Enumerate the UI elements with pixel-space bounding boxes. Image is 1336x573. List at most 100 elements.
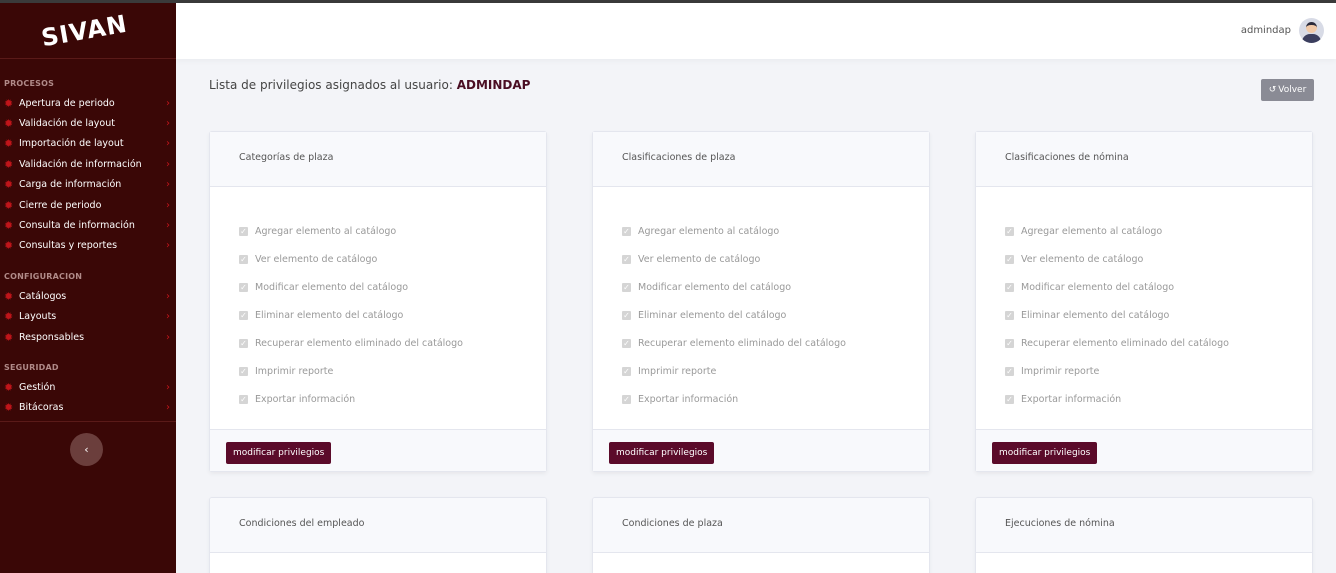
user-menu[interactable]: admindap [1241,18,1324,43]
sidebar-item-validacion-de-layout[interactable]: ✹ Validación de layout › [0,113,176,133]
chevron-right-icon: › [166,138,170,150]
modify-privileges-button[interactable]: modificar privilegios [609,442,715,464]
checkbox-checked-icon: ✓ [239,366,248,376]
sidebar-item-validacion-de-informacion[interactable]: ✹ Validación de información › [0,154,176,174]
gear-icon: ✹ [4,157,14,171]
gear-icon: ✹ [4,96,14,110]
permission-row: ✓ Exportar información [622,393,739,405]
sidebar-item-catalogos[interactable]: ✹ Catálogos › [0,286,176,306]
checkbox-checked-icon: ✓ [622,310,631,320]
sidebar-item-consulta-de-informacion[interactable]: ✹ Consulta de información › [0,215,176,235]
gear-icon: ✹ [4,289,14,303]
permission-row: ✓ Eliminar elemento del catálogo [1005,309,1170,321]
permission-row: ✓ Recuperar elemento eliminado del catálo… [239,337,463,349]
permission-row: ✓ Imprimir reporte [1005,365,1100,377]
sidebar-item-consultas-y-reportes[interactable]: ✹ Consultas y reportes › [0,236,176,256]
privilege-card: Clasificaciones de nómina ✓ Agregar eleme… [975,131,1313,472]
permission-row: ✓ Eliminar elemento del catálogo [622,309,787,321]
chevron-right-icon: › [166,158,170,170]
permission-row: ✓ Modificar elemento del catálogo [239,281,409,293]
sidebar-item-carga-de-informacion[interactable]: ✹ Carga de información › [0,175,176,195]
app-logo[interactable]: SIVAN [0,3,176,59]
sidebar: SIVAN PROCESOS ✹ Apertura de periodo › ✹ Va… [0,3,176,573]
gear-icon: ✹ [4,330,14,344]
checkbox-checked-icon: ✓ [1005,254,1014,264]
checkbox-checked-icon: ✓ [239,338,248,348]
gear-icon: ✹ [4,239,14,253]
checkbox-checked-icon: ✓ [1005,366,1014,376]
section-seguridad: SEGURIDAD [4,363,59,373]
chevron-right-icon: › [166,331,170,343]
modify-privileges-button[interactable]: modificar privilegios [226,442,332,464]
sidebar-item-responsables[interactable]: ✹ Responsables › [0,327,176,347]
permission-row: ✓ Ver elemento de catálogo [239,253,378,265]
chevron-right-icon: › [166,97,170,109]
sidebar-item-gestion[interactable]: ✹ Gestión › [0,377,176,397]
chevron-right-icon: › [166,402,170,414]
card-title: Categorías de plaza [210,132,546,187]
privilege-card: Ejecuciones de nómina [975,497,1313,573]
checkbox-checked-icon: ✓ [239,254,248,264]
gear-icon: ✹ [4,380,14,394]
chevron-left-icon: ‹ [84,443,89,456]
chevron-right-icon: › [166,311,170,323]
page-title: Lista de privilegios asignados al usuari… [209,78,531,92]
permission-row: ✓ Eliminar elemento del catálogo [239,309,404,321]
checkbox-checked-icon: ✓ [239,282,248,292]
card-title: Clasificaciones de plaza [593,132,929,187]
permission-row: ✓ Recuperar elemento eliminado del catálo… [622,337,846,349]
sidebar-item-importacion-de-layout[interactable]: ✹ Importación de layout › [0,134,176,154]
checkbox-checked-icon: ✓ [239,394,248,404]
sidebar-nav: PROCESOS ✹ Apertura de periodo › ✹ Validaci… [0,59,176,418]
card-title: Clasificaciones de nómina [976,132,1312,187]
permission-row: ✓ Imprimir reporte [622,365,717,377]
section-configuracion: CONFIGURACION [4,272,83,282]
checkbox-checked-icon: ✓ [622,338,631,348]
sidebar-item-cierre-de-periodo[interactable]: ✹ Cierre de periodo › [0,195,176,215]
chevron-right-icon: › [166,199,170,211]
checkbox-checked-icon: ✓ [239,310,248,320]
sidebar-item-apertura-de-periodo[interactable]: ✹ Apertura de periodo › [0,93,176,113]
chevron-right-icon: › [166,220,170,232]
checkbox-checked-icon: ✓ [1005,226,1014,236]
sidebar-divider [0,421,176,422]
section-procesos: PROCESOS [4,79,55,88]
sidebar-collapse-button[interactable]: ‹ [70,433,103,466]
gear-icon: ✹ [4,178,14,192]
checkbox-checked-icon: ✓ [622,282,631,292]
username: admindap [1240,25,1291,36]
gear-icon: ✹ [4,137,14,151]
checkbox-checked-icon: ✓ [622,226,631,236]
checkbox-checked-icon: ✓ [1005,394,1014,404]
gear-icon: ✹ [4,401,14,415]
checkbox-checked-icon: ✓ [239,226,248,236]
permission-row: ✓ Imprimir reporte [239,365,334,377]
checkbox-checked-icon: ✓ [622,254,631,264]
checkbox-checked-icon: ✓ [1005,338,1014,348]
back-button[interactable]: ↺ Volver [1261,79,1314,101]
undo-icon: ↺ [1268,85,1277,95]
gear-icon: ✹ [4,117,14,131]
privilege-card: Clasificaciones de plaza ✓ Agregar elemen… [592,131,930,472]
chevron-right-icon: › [166,240,170,252]
gear-icon: ✹ [4,310,14,324]
sidebar-item-bitacoras[interactable]: ✹ Bitácoras › [0,398,176,418]
privilege-card: Categorías de plaza ✓ Agregar elemento al… [209,131,547,472]
permission-row: ✓ Modificar elemento del catálogo [622,281,792,293]
card-title: Condiciones del empleado [210,498,546,553]
permission-row: ✓ Agregar elemento al catálogo [239,225,397,237]
permission-row: ✓ Ver elemento de catálogo [622,253,761,265]
page-title-user: ADMINDAP [456,78,531,92]
permission-row: ✓ Agregar elemento al catálogo [1005,225,1163,237]
top-header: admindap [176,3,1336,59]
modify-privileges-button[interactable]: modificar privilegios [992,442,1098,464]
checkbox-checked-icon: ✓ [1005,310,1014,320]
chevron-right-icon: › [166,179,170,191]
avatar[interactable] [1299,18,1324,43]
checkbox-checked-icon: ✓ [622,366,631,376]
permission-row: ✓ Modificar elemento del catálogo [1005,281,1175,293]
permission-row: ✓ Recuperar elemento eliminado del catálo… [1005,337,1229,349]
checkbox-checked-icon: ✓ [622,394,631,404]
checkbox-checked-icon: ✓ [1005,282,1014,292]
sidebar-item-layouts[interactable]: ✹ Layouts › [0,307,176,327]
